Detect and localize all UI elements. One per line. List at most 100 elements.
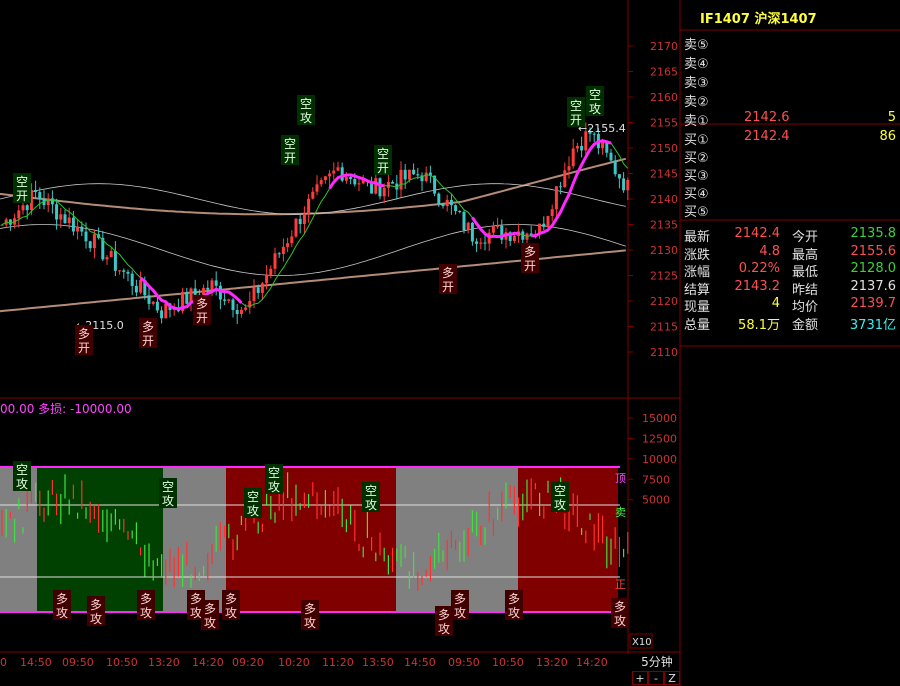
indicator-top-label: 顶 [615, 472, 626, 485]
candle [59, 214, 63, 220]
candle [21, 205, 25, 211]
zoom-reset-button[interactable]: Z [664, 671, 680, 685]
candle [298, 218, 302, 224]
candle [130, 273, 134, 286]
candle [546, 216, 550, 227]
candle [227, 299, 231, 301]
candle [374, 178, 378, 194]
candle [71, 217, 75, 232]
candle [407, 169, 411, 180]
bid-row: 买① 2142.4 86 [684, 129, 896, 148]
candle [109, 250, 113, 258]
candle [63, 214, 67, 224]
indicator-tick-label: 10000 [642, 453, 677, 466]
ask-row: 卖⑤ [684, 34, 896, 53]
candle [210, 280, 214, 290]
short-open-tag: 开 [570, 113, 582, 127]
short-attack-tag: 攻 [589, 102, 601, 116]
quote-label: 最高 [792, 247, 819, 263]
short-attack-tag: 空 [589, 88, 601, 102]
indicator-label: 00.00 多损: -10000.00 [0, 402, 132, 416]
candle [252, 287, 256, 301]
long-open-tag: 开 [78, 341, 90, 355]
zoom-out-button[interactable]: - [648, 671, 664, 685]
candle [563, 170, 567, 188]
candle [580, 145, 584, 151]
price-tick-label: 2120 [650, 295, 678, 308]
candle [281, 246, 285, 254]
quote-row: 最新 2142.4 今开 2135.8 [684, 226, 896, 245]
indicator-long-attack: 多 [508, 592, 520, 606]
indicator-tick-label: 5000 [642, 494, 670, 507]
candle [609, 152, 613, 161]
indicator-long-attack: 攻 [190, 606, 202, 620]
candle [164, 303, 168, 319]
candle [134, 285, 138, 293]
price-tick-label: 2135 [650, 219, 678, 232]
quote-label: 涨幅 [684, 265, 711, 281]
candle [185, 291, 189, 304]
candle [399, 169, 403, 190]
price-tick-label: 2150 [650, 142, 678, 155]
candle [332, 170, 336, 174]
candle [311, 191, 315, 199]
time-tick-label: 13:20 [536, 656, 568, 669]
zoom-in-button[interactable]: + [632, 671, 648, 685]
row-label: 卖③ [684, 76, 709, 91]
candle [277, 253, 281, 255]
indicator-long-attack: 多 [614, 600, 626, 614]
time-tick-label: 13:50 [362, 656, 394, 669]
indicator-long-attack: 多 [438, 608, 450, 622]
candle [290, 236, 294, 244]
candle [265, 274, 269, 284]
indicator-long-attack: 多 [140, 592, 152, 606]
timeframe-selector[interactable]: 5分钟 [634, 654, 680, 670]
candle [605, 142, 609, 153]
time-tick-label: 14:20 [576, 656, 608, 669]
indicator-short-attack: 攻 [268, 480, 280, 494]
short-open-tag: 开 [16, 189, 28, 203]
candle [424, 172, 428, 182]
candle [76, 226, 80, 232]
candle [470, 222, 474, 242]
indicator-long-attack: 攻 [438, 622, 450, 636]
price-tick-label: 2130 [650, 244, 678, 257]
indicator-long-attack: 多 [454, 592, 466, 606]
short-attack-tag: 空 [300, 97, 312, 111]
candle [328, 173, 332, 177]
indicator-short-attack: 攻 [247, 504, 259, 518]
long-open-tag: 多 [524, 245, 536, 259]
row-volume: 5 [887, 110, 896, 125]
quote-label: 今开 [792, 230, 819, 245]
long-open-tag: 开 [442, 280, 454, 294]
candle [17, 210, 21, 219]
price-tick-label: 2160 [650, 91, 678, 104]
indicator-long-attack: 攻 [225, 606, 237, 620]
quote-label: 均价 [792, 300, 819, 316]
quote-value: 2139.7 [850, 296, 897, 312]
candle [441, 203, 445, 207]
candle [403, 169, 407, 180]
candle [344, 177, 348, 181]
time-tick-label: 09:50 [62, 656, 94, 669]
quote-value: 0.22% [738, 261, 780, 277]
indicator-long-attack: 多 [304, 602, 316, 616]
row-label: 买① [684, 133, 709, 148]
indicator-long-attack: 攻 [454, 606, 466, 620]
ask-row: 卖② [684, 91, 896, 110]
price-tick-label: 2110 [650, 346, 678, 359]
candle [235, 309, 239, 315]
candle [160, 310, 164, 319]
ask-row: 卖④ [684, 53, 896, 72]
candle [466, 222, 470, 231]
candle [416, 174, 420, 176]
candle [25, 205, 29, 211]
candle [256, 287, 260, 293]
indicator-short-attack: 攻 [554, 498, 566, 512]
ask-row: 卖① 2142.6 5 [684, 110, 896, 129]
indicator-long-attack: 攻 [140, 606, 152, 620]
candle [214, 280, 218, 286]
candle [0, 224, 4, 226]
quote-label: 现量 [684, 300, 711, 316]
candle [622, 178, 626, 191]
